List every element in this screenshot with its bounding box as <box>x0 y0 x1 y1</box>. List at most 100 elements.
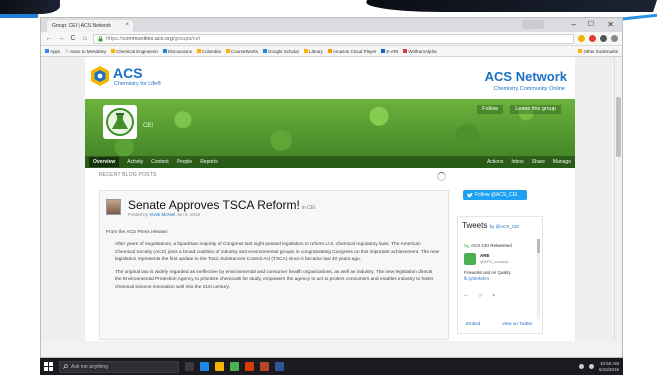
tab-bar: Group: CEI | ACS Network × – ☐ ✕ <box>41 18 622 32</box>
post-title[interactable]: Senate Approves TSCA Reform! in CEI <box>128 198 316 212</box>
tab-title: Group: CEI | ACS Network <box>52 23 111 29</box>
slide-brush-left <box>0 0 60 14</box>
section-label: RECENT BLOG POSTS <box>99 172 157 178</box>
tweets-by[interactable]: by @ACS_CEI <box>490 224 520 229</box>
avatar[interactable] <box>464 253 476 265</box>
posted-by-label: Posted by <box>128 212 149 217</box>
nav-overview[interactable]: Overview <box>89 157 120 167</box>
tweet-author-name[interactable]: ARE <box>480 253 490 258</box>
close-window-icon[interactable]: ✕ <box>607 20 614 29</box>
network-icon[interactable] <box>578 364 584 369</box>
post-meta: Posted by Vivek McNeil Jun 8, 2016 <box>128 212 200 217</box>
nav-content[interactable]: Content <box>151 159 169 165</box>
page-scrollbar[interactable] <box>614 57 622 341</box>
bookmark-item[interactable]: Discussions <box>162 49 192 54</box>
nav-inbox[interactable]: Inbox <box>511 159 523 165</box>
tweets-scrollbar[interactable] <box>537 239 540 319</box>
post-paragraph: The original law is widely regarded as i… <box>115 269 434 290</box>
other-bookmarks[interactable]: Other bookmarks <box>578 49 618 54</box>
post-group[interactable]: in CEI <box>302 205 316 211</box>
tweet-actions: ↩⟳♥ <box>464 293 505 299</box>
leave-group-button[interactable]: Leave this group <box>510 105 561 114</box>
reload-icon[interactable]: C <box>69 35 77 42</box>
nav-activity[interactable]: Activity <box>127 159 143 165</box>
twitter-follow-button[interactable]: Follow @ACS_CEI <box>463 190 527 200</box>
nav-manage[interactable]: Manage <box>553 159 571 165</box>
extension-icon[interactable] <box>600 35 607 42</box>
post-paragraph: From the ACS Press release: <box>106 230 169 235</box>
avatar[interactable] <box>106 199 121 215</box>
edge-icon[interactable] <box>200 362 209 371</box>
scrollbar-thumb[interactable] <box>616 97 621 157</box>
retweet-text: ACS CEI Retweeted <box>471 243 512 248</box>
clock[interactable]: 10:50 AM 6/16/2016 <box>599 361 619 372</box>
bookmark-item[interactable]: Columbia <box>196 49 221 54</box>
maximize-icon[interactable]: ☐ <box>588 20 594 28</box>
post-title-text[interactable]: Senate Approves TSCA Reform! <box>128 198 300 212</box>
nav-actions[interactable]: Actions <box>487 159 503 165</box>
bookmark-item[interactable]: E-ARI <box>381 49 398 54</box>
back-icon[interactable]: ← <box>45 35 53 42</box>
follow-button[interactable]: Follow <box>477 105 503 114</box>
tweets-header: Tweets by @ACS_CEI <box>462 221 519 230</box>
nav-people[interactable]: People <box>177 159 193 165</box>
bookmark-item[interactable]: Save to Mendeley <box>65 49 106 54</box>
profile-chip[interactable] <box>522 20 544 29</box>
powerpoint-icon[interactable] <box>260 362 269 371</box>
like-icon[interactable]: ♥ <box>492 293 505 299</box>
lock-icon <box>98 35 103 41</box>
tweet-link[interactable]: fb.ly/2IHkdV4 <box>464 276 538 282</box>
extension-icon[interactable] <box>589 35 596 42</box>
bookmark-item[interactable]: CourseWorks <box>225 49 258 54</box>
tweet-text: Fireworks and Air Quality fb.ly/2IHkdV4 <box>464 270 538 282</box>
taskbar-search[interactable]: Ask me anything <box>59 360 179 373</box>
file-explorer-icon[interactable] <box>215 362 224 371</box>
search-placeholder: Ask me anything <box>71 363 108 370</box>
chrome-icon[interactable] <box>230 362 239 371</box>
post-author[interactable]: Vivek McNeil <box>149 212 175 217</box>
star-icon[interactable] <box>578 35 585 42</box>
url-scheme: https:// <box>106 35 123 42</box>
tab-active[interactable]: Group: CEI | ACS Network × <box>47 20 133 32</box>
site-tagline: Chemistry for Life® <box>114 81 162 87</box>
windows-start-icon[interactable] <box>44 362 53 371</box>
home-icon[interactable]: ⌂ <box>81 35 89 42</box>
url-path: /groups/cei <box>172 35 200 42</box>
bookmark-item[interactable]: WolframAlpha <box>403 49 437 54</box>
tab-close-icon[interactable]: × <box>125 22 129 28</box>
scrollbar-thumb[interactable] <box>537 239 540 253</box>
bookmarks-bar: Apps Save to Mendeley Chemical Engineeri… <box>41 46 622 57</box>
site-brand[interactable]: ACS <box>113 65 143 81</box>
search-icon <box>63 364 68 369</box>
loading-spinner-icon <box>437 172 446 181</box>
retweet-label: ACS CEI Retweeted <box>464 243 512 248</box>
nav-reports[interactable]: Reports <box>200 159 218 165</box>
volume-icon[interactable] <box>588 364 594 369</box>
nav-share[interactable]: Share <box>532 159 545 165</box>
bookmark-apps[interactable]: Apps <box>45 49 60 54</box>
app-icon[interactable] <box>245 362 254 371</box>
word-icon[interactable] <box>275 362 284 371</box>
bookmark-item[interactable]: Amazon Cloud Player <box>327 49 376 54</box>
reply-icon[interactable]: ↩ <box>464 293 478 299</box>
bookmark-item[interactable]: Library <box>304 49 323 54</box>
site-header: ACS Chemistry for Life® ACS Network Chem… <box>85 57 575 99</box>
view-on-twitter-link[interactable]: View on Twitter <box>502 321 532 326</box>
embed-link[interactable]: Embed <box>466 321 480 326</box>
bookmark-item[interactable]: Chemical Engineerin <box>111 49 158 54</box>
network-title[interactable]: ACS Network <box>485 69 567 84</box>
tweet-author-handle[interactable]: @APS_concept <box>480 259 508 264</box>
acs-logo-icon[interactable] <box>89 65 111 87</box>
menu-icon[interactable] <box>611 35 618 42</box>
clock-date: 6/16/2016 <box>598 366 619 372</box>
presentation-slide: Group: CEI | ACS Network × – ☐ ✕ ← → C ⌂… <box>0 0 657 375</box>
forward-icon[interactable]: → <box>57 35 65 42</box>
address-bar[interactable]: https://communities.acs.org/groups/cei <box>93 33 574 44</box>
group-nav: Overview Activity Content People Reports… <box>85 156 575 168</box>
minimize-icon[interactable]: – <box>572 20 576 29</box>
bookmark-item[interactable]: Google Scholar <box>263 49 299 54</box>
task-view-icon[interactable] <box>185 362 194 371</box>
post-body: From the ACS Press release: After years … <box>106 229 446 296</box>
browser-toolbar: ← → C ⌂ https://communities.acs.org/grou… <box>41 32 622 46</box>
retweet-action-icon[interactable]: ⟳ <box>478 293 492 299</box>
